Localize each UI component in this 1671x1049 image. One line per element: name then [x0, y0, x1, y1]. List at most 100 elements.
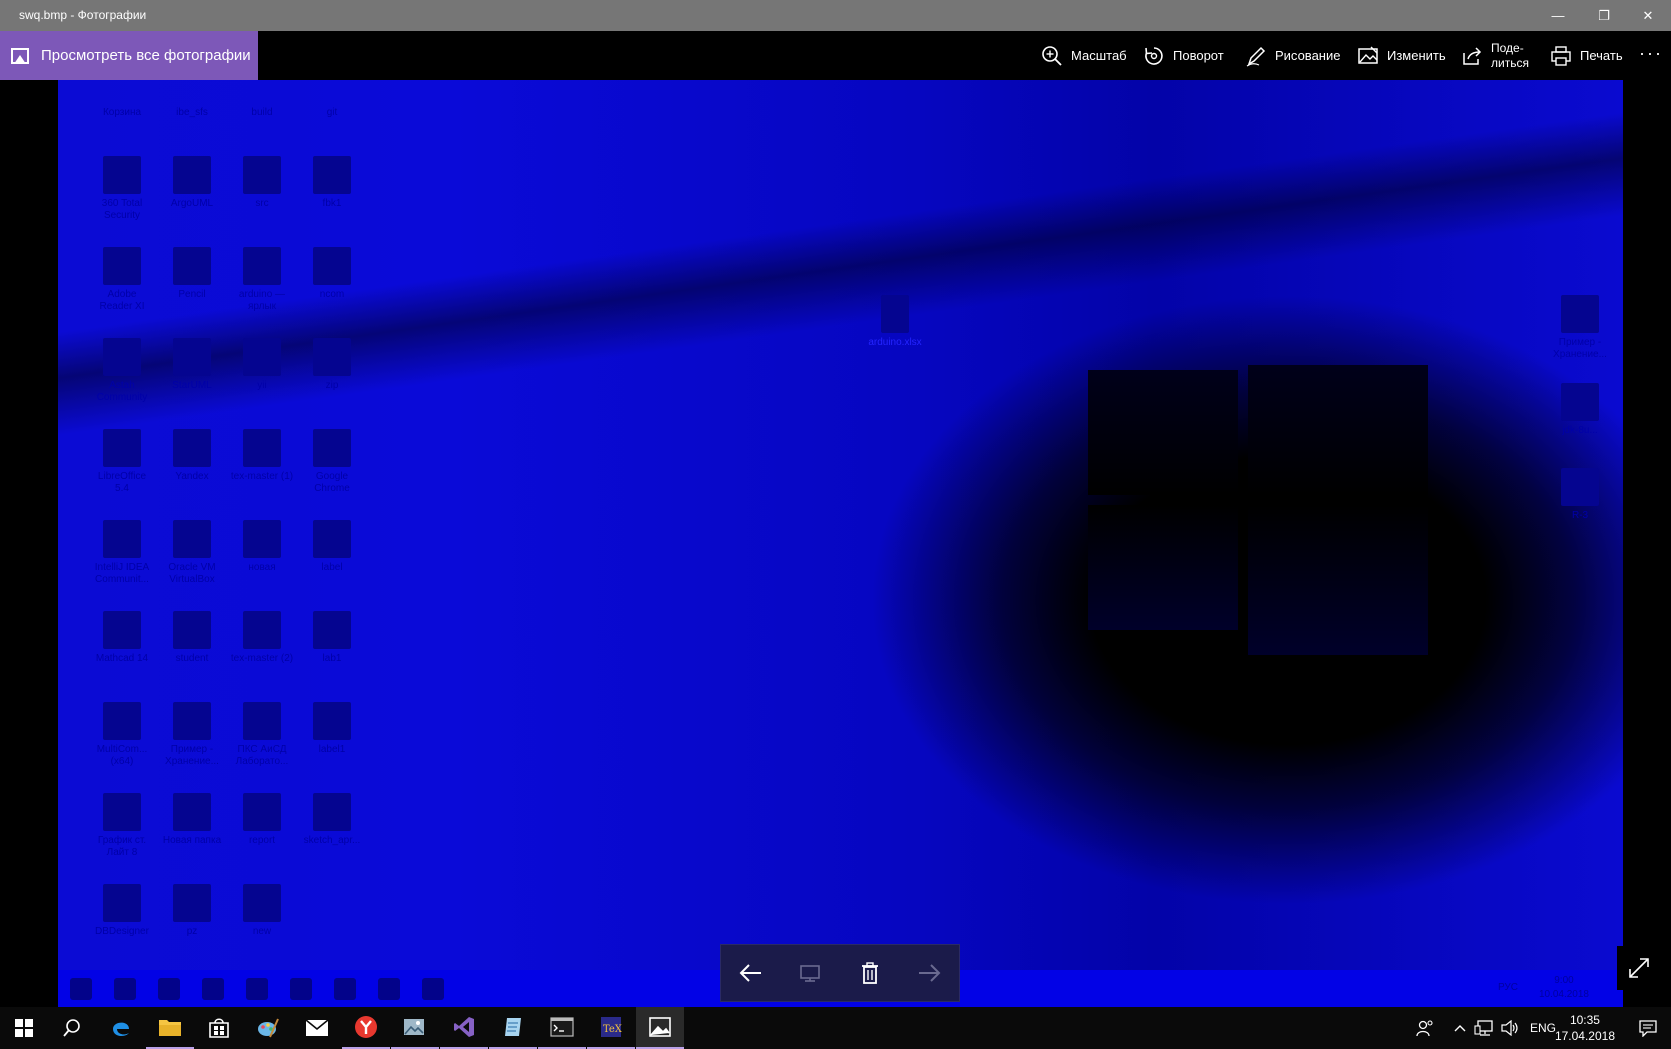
- taskbar-visual-studio[interactable]: [440, 1007, 488, 1049]
- draw-button[interactable]: Рисование: [1245, 31, 1340, 80]
- desktop-icon: График ст. Лайт 8: [90, 793, 154, 873]
- desktop-icon: Mathcad 14: [90, 611, 154, 691]
- start-button[interactable]: [0, 1007, 48, 1049]
- desktop-app-icon: [103, 611, 141, 649]
- people-button[interactable]: [1410, 1007, 1440, 1049]
- network-icon: [1474, 1020, 1493, 1036]
- desktop-app-icon: [313, 429, 351, 467]
- desktop-icon-label: Пример - Хранение...: [165, 744, 219, 767]
- tex-icon: TeX: [601, 1017, 622, 1037]
- desktop-icon-label: report: [248, 835, 276, 846]
- desktop-app-icon: [243, 884, 281, 922]
- desktop-icon: student: [160, 611, 224, 691]
- desktop-app-icon: [103, 702, 141, 740]
- desktop-icon-label: Adobe Reader XI: [99, 289, 145, 312]
- desktop-icon: Пример - Хранение...: [160, 702, 224, 782]
- desktop-app-icon: [173, 793, 211, 831]
- taskbar-paint3d[interactable]: [244, 1007, 292, 1049]
- taskbar-photos-active[interactable]: [636, 1007, 684, 1049]
- wallpaper-pane-4: [1248, 505, 1428, 655]
- taskbar-photos-app[interactable]: [391, 1007, 439, 1049]
- desktop-icon-label: MultiCom... (x64): [96, 744, 148, 767]
- delete-button[interactable]: [850, 953, 890, 993]
- desktop-icon-label: git: [326, 107, 338, 118]
- print-button[interactable]: Печать: [1550, 31, 1623, 80]
- taskbar-mail[interactable]: [293, 1007, 341, 1049]
- desktop-app-icon: [313, 520, 351, 558]
- inner-explorer-icon: [202, 978, 224, 1000]
- fullscreen-button[interactable]: [1617, 946, 1661, 990]
- photo-nav-bar: [720, 944, 960, 1002]
- center-icon-label: arduino.xlsx: [868, 337, 922, 348]
- zoom-button[interactable]: Масштаб: [1041, 31, 1127, 80]
- view-all-photos-button[interactable]: Просмотреть все фотографии: [0, 31, 258, 80]
- taskbar-edge[interactable]: [97, 1007, 145, 1049]
- speaker-icon: [1501, 1020, 1518, 1036]
- slideshow-icon: [800, 965, 821, 982]
- desktop-icon: tex-master (2): [230, 611, 294, 691]
- arrow-left-icon: [739, 964, 761, 982]
- action-center-button[interactable]: [1628, 1007, 1668, 1049]
- desktop-app-icon: [313, 702, 351, 740]
- network-button[interactable]: [1472, 1007, 1496, 1049]
- desktop-icon-label: StarUML: [172, 380, 212, 391]
- window-title: swq.bmp - Фотографии: [19, 8, 147, 22]
- visual-studio-icon: [454, 1017, 474, 1037]
- desktop-icon-label: График ст. Лайт 8: [97, 835, 147, 858]
- slideshow-button[interactable]: [790, 953, 830, 993]
- taskbar-texstudio[interactable]: TeX: [587, 1007, 635, 1049]
- desktop-icon: LibreOffice 5.4: [90, 429, 154, 509]
- more-options-button[interactable]: ···: [1639, 43, 1663, 64]
- desktop-icon-label: src: [255, 198, 269, 209]
- right-icon-label: jdk-8u...: [1562, 425, 1598, 436]
- title-bar: swq.bmp - Фотографии — ❐ ✕: [0, 0, 1671, 31]
- desktop-icon: StarUML: [160, 338, 224, 418]
- desktop-icon: lab1: [300, 611, 364, 691]
- taskbar-clock[interactable]: 10:35 17.04.2018: [1555, 1012, 1615, 1044]
- tray-expand-button[interactable]: [1450, 1007, 1470, 1049]
- taskbar-terminal[interactable]: [538, 1007, 586, 1049]
- folder-icon: [159, 1020, 181, 1036]
- zoom-label: Масштаб: [1071, 48, 1127, 63]
- desktop-icon: pz: [160, 884, 224, 964]
- taskbar-store[interactable]: [195, 1007, 243, 1049]
- desktop-icon: ПКС АиСД Лаборато...: [230, 702, 294, 782]
- volume-button[interactable]: [1498, 1007, 1522, 1049]
- desktop-icon-label: tex-master (1): [230, 471, 294, 482]
- desktop-icon: tex-master (1): [230, 429, 294, 509]
- share-label-line1: Поде-: [1491, 40, 1524, 55]
- minimize-button[interactable]: —: [1535, 0, 1581, 31]
- taskbar-yandex[interactable]: [342, 1007, 390, 1049]
- desktop-icon-label: Pencil: [178, 289, 206, 300]
- yandex-browser-icon: [355, 1016, 377, 1038]
- next-button[interactable]: [909, 953, 949, 993]
- view-all-label: Просмотреть все фотографии: [41, 47, 251, 64]
- desktop-app-icon: [243, 156, 281, 194]
- desktop-icon: new: [230, 884, 294, 964]
- file-icon: [881, 295, 909, 333]
- desktop-icon: ArgoUML: [160, 156, 224, 236]
- desktop-app-icon: [243, 520, 281, 558]
- taskbar-notepad[interactable]: [489, 1007, 537, 1049]
- desktop-app-icon: [103, 793, 141, 831]
- desktop-icon-label: lab1: [322, 653, 342, 664]
- edit-button[interactable]: Изменить: [1357, 31, 1446, 80]
- desktop-icon: git: [300, 80, 364, 145]
- desktop-icon: DBDesigner: [90, 884, 154, 964]
- desktop-icon-label: DBDesigner: [95, 926, 149, 937]
- notification-icon: [1639, 1020, 1657, 1037]
- rotate-button[interactable]: Поворот: [1143, 31, 1224, 80]
- rotate-icon: [1143, 45, 1165, 67]
- desktop-icon-label: Astah Community: [96, 380, 148, 403]
- desktop-icon-label: sketch_apr...: [303, 835, 361, 846]
- app-toolbar: Просмотреть все фотографии Масштаб Повор…: [0, 31, 1671, 80]
- restore-button[interactable]: ❐: [1581, 0, 1627, 31]
- search-icon: [63, 1019, 80, 1037]
- taskbar-explorer[interactable]: [146, 1007, 194, 1049]
- share-button[interactable]: Поде- литься: [1461, 31, 1529, 80]
- close-button[interactable]: ✕: [1625, 0, 1671, 31]
- search-button[interactable]: [48, 1007, 96, 1049]
- inner-mail-icon: [334, 978, 356, 1000]
- desktop-icon-label: build: [251, 107, 273, 118]
- previous-button[interactable]: [731, 953, 771, 993]
